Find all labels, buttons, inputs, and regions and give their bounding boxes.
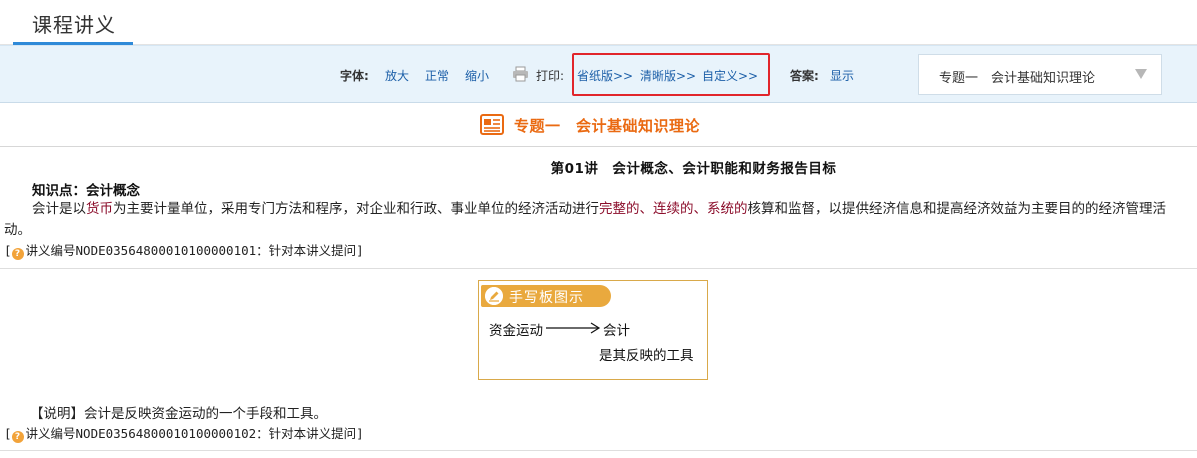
topic-select[interactable]: 专题一 会计基础知识理论 xyxy=(918,54,1162,95)
font-normal-link[interactable]: 正常 xyxy=(425,67,449,84)
font-label: 字体: xyxy=(340,69,369,83)
highlight-annotation-box xyxy=(572,53,770,96)
divider xyxy=(0,450,1197,451)
para-text: 会计是以 xyxy=(32,201,86,217)
ask-question-link-1[interactable]: [? 讲义编号NODE03564800010100000101：针对本讲义提问] xyxy=(4,240,364,260)
topic-select-value: 专题一 会计基础知识理论 xyxy=(939,71,1096,86)
diagram-text-right: 会计 xyxy=(603,323,630,339)
diagram-text-left: 资金运动 xyxy=(489,323,543,339)
diagram-text-second-line: 是其反映的工具 xyxy=(599,348,694,364)
explanation-note: 【说明】会计是反映资金运动的一个手段和工具。 xyxy=(30,406,327,422)
para-text: 为主要计量单位，采用专门方法和程序，对企业和行政、事业单位的经济活动进行 xyxy=(113,201,599,217)
para-highlight: 货币 xyxy=(86,201,113,217)
chevron-down-icon[interactable] xyxy=(1135,69,1147,79)
handwriting-board-title: 手写板图示 xyxy=(509,290,584,306)
ref-text: 讲义编号NODE03564800010100000101：针对本讲义提问 xyxy=(25,243,357,258)
arrow-right-icon xyxy=(546,322,601,334)
font-enlarge-link[interactable]: 放大 xyxy=(385,67,409,84)
tab-bar: 课程讲义 xyxy=(0,0,1197,45)
section-title: 专题一 会计基础知识理论 xyxy=(514,117,701,135)
printer-icon xyxy=(513,66,528,82)
pen-icon xyxy=(485,287,503,305)
print-label: 打印: xyxy=(536,69,565,83)
ref-text: 讲义编号NODE03564800010100000102：针对本讲义提问 xyxy=(25,426,357,441)
handwriting-board-header: 手写板图示 xyxy=(481,285,611,307)
answer-label: 答案: xyxy=(790,69,819,83)
lecture-title: 第01讲 会计概念、会计职能和财务报告目标 xyxy=(550,161,837,177)
ask-question-link-2[interactable]: [? 讲义编号NODE03564800010100000102：针对本讲义提问] xyxy=(4,423,364,443)
section-header: 专题一 会计基础知识理论 xyxy=(0,103,1197,147)
para-highlight: 完整的、连续的、系统的 xyxy=(599,201,748,217)
knowledge-point-heading: 知识点：会计概念 xyxy=(32,183,140,199)
font-shrink-link[interactable]: 缩小 xyxy=(465,67,489,84)
handwriting-board: 手写板图示 资金运动 会计 是其反映的工具 xyxy=(478,280,708,380)
document-icon xyxy=(480,114,504,135)
question-icon: ? xyxy=(11,248,24,260)
divider xyxy=(0,268,1197,269)
question-icon: ? xyxy=(11,431,24,443)
toolbar: 字体: 放大 正常 缩小 打印: 省纸版>> 清晰版>> 自定义>> 答案: 显… xyxy=(0,45,1197,103)
answer-show-link[interactable]: 显示 xyxy=(830,67,854,84)
lecture-paragraph: 会计是以货币为主要计量单位，采用专门方法和程序，对企业和行政、事业单位的经济活动… xyxy=(4,199,1192,241)
tab-course-notes[interactable]: 课程讲义 xyxy=(32,9,116,38)
